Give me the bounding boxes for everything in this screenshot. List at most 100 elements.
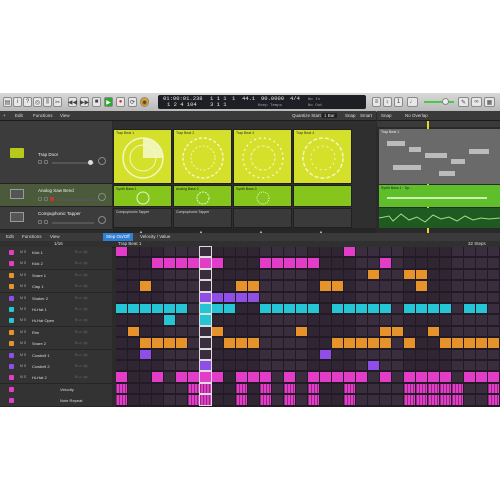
step-off[interactable] (164, 292, 175, 302)
step-on[interactable] (428, 304, 439, 314)
step-off[interactable] (188, 292, 199, 302)
step-off[interactable] (380, 395, 391, 405)
step-off[interactable] (224, 349, 235, 359)
step-off[interactable] (416, 258, 427, 268)
step-off[interactable] (416, 326, 427, 337)
step-off[interactable] (476, 247, 487, 257)
step-off[interactable] (344, 361, 355, 371)
step-on[interactable] (260, 383, 271, 394)
step-on[interactable] (464, 338, 475, 348)
step-off[interactable] (296, 269, 307, 280)
step-off[interactable] (428, 338, 439, 348)
step-on[interactable] (188, 383, 199, 394)
step-functions-menu[interactable]: Functions (22, 234, 42, 239)
step-off[interactable] (284, 338, 295, 348)
step-off[interactable] (248, 395, 259, 405)
mute-solo-buttons[interactable]: M S (20, 250, 26, 254)
smart-controls-button[interactable]: ◎ (33, 97, 42, 107)
step-off[interactable] (308, 292, 319, 302)
ruler[interactable] (377, 121, 500, 127)
step-off[interactable] (308, 269, 319, 280)
step-on[interactable] (116, 395, 127, 405)
step-off[interactable] (416, 292, 427, 302)
step-off[interactable] (128, 361, 139, 371)
step-off[interactable] (128, 247, 139, 257)
step-off[interactable] (199, 325, 212, 338)
step-off[interactable] (440, 361, 451, 371)
step-off[interactable] (344, 269, 355, 280)
step-on[interactable] (368, 361, 379, 371)
step-off[interactable] (320, 304, 331, 314)
step-off[interactable] (440, 281, 451, 291)
step-off[interactable] (332, 361, 343, 371)
step-off[interactable] (488, 304, 499, 314)
row-controls[interactable]: ↻ ♫ ◁▷ (75, 250, 88, 254)
step-off[interactable] (428, 315, 439, 325)
notepad-button[interactable]: ✎ (458, 97, 469, 107)
cell-trap-beat-4[interactable]: Trap Beat 4 (293, 129, 352, 184)
cell-trap-beat-1[interactable]: Trap Beat 1 (113, 129, 172, 184)
step-off[interactable] (356, 292, 367, 302)
step-off[interactable] (212, 338, 223, 348)
step-off[interactable] (476, 361, 487, 371)
row-controls[interactable]: ↻ ♫ ◁▷ (75, 273, 88, 277)
step-on[interactable] (176, 304, 187, 314)
step-off[interactable] (224, 247, 235, 257)
step-off[interactable] (188, 361, 199, 371)
snap-select[interactable]: Smart (360, 113, 372, 118)
step-off[interactable] (488, 269, 499, 280)
step-off[interactable] (116, 326, 127, 337)
step-off[interactable] (440, 326, 451, 337)
step-off[interactable] (428, 281, 439, 291)
step-on[interactable] (224, 292, 235, 302)
metronome-button[interactable]: ◉ (140, 97, 149, 107)
step-off[interactable] (212, 281, 223, 291)
step-off[interactable] (428, 361, 439, 371)
step-off[interactable] (152, 292, 163, 302)
step-off[interactable] (248, 349, 259, 359)
step-off[interactable] (404, 281, 415, 291)
step-off[interactable] (199, 348, 212, 361)
step-off[interactable] (188, 281, 199, 291)
step-on[interactable] (356, 304, 367, 314)
record-enable-button[interactable] (50, 197, 54, 201)
step-on[interactable] (199, 291, 212, 304)
step-grid[interactable] (116, 245, 500, 407)
step-on[interactable] (152, 372, 163, 382)
row-controls[interactable]: ↻ ♫ ◁▷ (75, 341, 88, 345)
step-off[interactable] (140, 372, 151, 382)
row-controls[interactable]: ↻ ♫ ◁▷ (75, 330, 88, 334)
step-off[interactable] (320, 247, 331, 257)
step-off[interactable] (464, 281, 475, 291)
step-off[interactable] (224, 315, 235, 325)
step-off[interactable] (188, 247, 199, 257)
step-off[interactable] (380, 315, 391, 325)
step-off[interactable] (308, 361, 319, 371)
step-off[interactable] (488, 361, 499, 371)
step-off[interactable] (188, 349, 199, 359)
record-button[interactable]: ● (116, 97, 125, 107)
step-off[interactable] (272, 395, 283, 405)
mute-solo-buttons[interactable]: M S (20, 353, 26, 357)
mute-solo-buttons[interactable]: M S (20, 296, 26, 300)
master-volume-knob[interactable] (442, 98, 449, 105)
step-row-header[interactable]: M S ↻ ♫ ◁▷ Hi-Hat 1 (0, 304, 112, 316)
step-off[interactable] (392, 247, 403, 257)
step-off[interactable] (152, 349, 163, 359)
tracks-snap[interactable]: Snap (381, 113, 392, 118)
step-off[interactable] (332, 292, 343, 302)
step-on[interactable] (488, 338, 499, 348)
step-on[interactable] (199, 382, 212, 395)
step-on[interactable] (284, 395, 295, 405)
cell-trap-beat-3[interactable]: Trap Beat 3 (233, 129, 292, 184)
step-off[interactable] (428, 349, 439, 359)
step-off[interactable] (152, 383, 163, 394)
cell-analog-bass-2[interactable]: Analog Bass 2 (173, 185, 232, 207)
step-on[interactable] (236, 338, 247, 348)
step-on[interactable] (284, 383, 295, 394)
step-view-menu[interactable]: View (50, 234, 60, 239)
step-off[interactable] (236, 269, 247, 280)
step-off[interactable] (320, 258, 331, 268)
step-on[interactable] (428, 383, 439, 394)
step-off[interactable] (236, 326, 247, 337)
